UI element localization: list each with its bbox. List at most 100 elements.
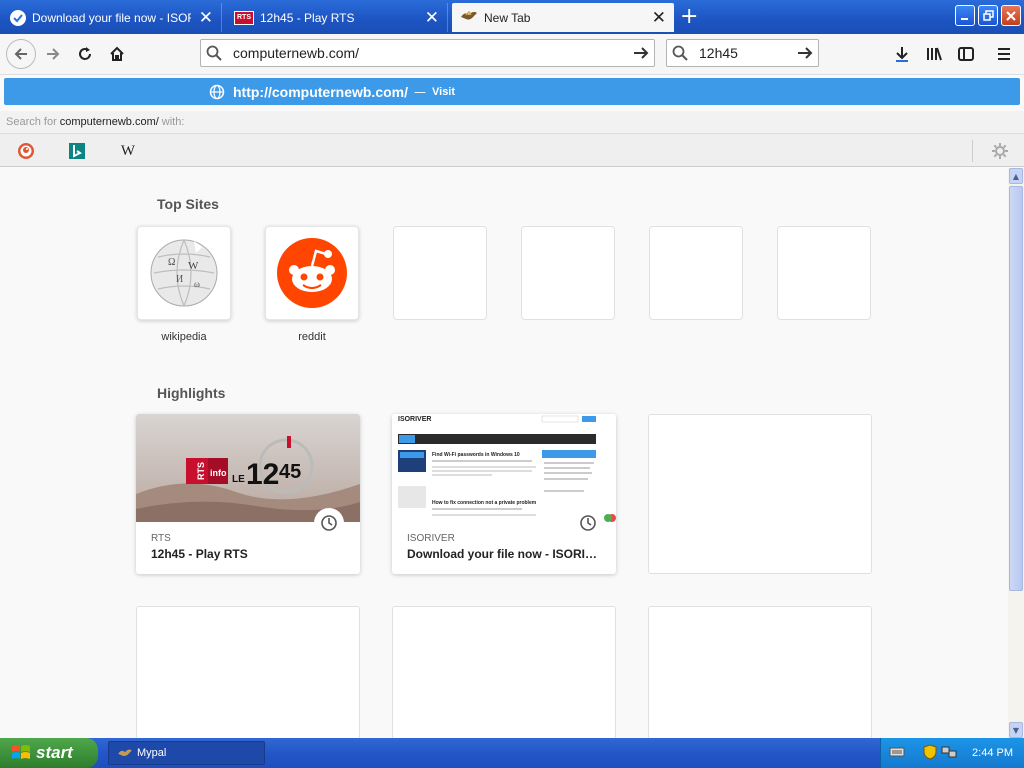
menu-button[interactable] — [990, 40, 1018, 68]
highlight-card-empty — [392, 606, 616, 738]
close-window-button[interactable] — [1001, 5, 1021, 26]
url-input[interactable]: computernewb.com/ — [233, 45, 628, 61]
back-button[interactable] — [6, 39, 36, 69]
tab-rts[interactable]: RTS 12h45 - Play RTS ✕ — [226, 3, 448, 32]
svg-text:ω: ω — [194, 279, 200, 289]
top-site-empty — [393, 226, 487, 320]
svg-text:How to fix connection not a pr: How to fix connection not a private prob… — [432, 500, 537, 506]
highlight-card-isoriver[interactable]: ISORIVER Find Wi-Fi passwords in Windows… — [392, 414, 616, 574]
clock-icon — [573, 508, 603, 538]
tab-new-tab[interactable]: New Tab ✕ — [452, 3, 674, 32]
page-scrollbar[interactable]: ▲ ▼ — [1008, 168, 1024, 738]
highlight-card-empty — [648, 414, 872, 574]
autocomplete-url: http://computernewb.com/ — [233, 83, 408, 100]
top-site-wikipedia[interactable]: Ω W И ω — [137, 226, 231, 320]
highlight-card-empty — [648, 606, 872, 738]
go-arrow-icon[interactable] — [628, 45, 654, 61]
library-button[interactable] — [920, 40, 948, 68]
start-label: start — [36, 743, 73, 762]
mypal-icon — [460, 9, 478, 26]
autocomplete-visit-row[interactable]: http://computernewb.com/ — Visit — [4, 78, 1020, 105]
url-bar[interactable]: computernewb.com/ — [200, 39, 655, 67]
search-settings-button[interactable] — [989, 140, 1011, 162]
close-tab-icon[interactable]: ✕ — [199, 9, 213, 26]
taskbar-item-mypal[interactable]: Mypal — [108, 741, 265, 765]
tab-label: 12h45 - Play RTS — [260, 10, 355, 25]
divider — [972, 140, 973, 162]
network-icon[interactable] — [941, 745, 957, 762]
svg-text:ISORIVER: ISORIVER — [398, 416, 431, 423]
top-site-empty — [777, 226, 871, 320]
reload-button[interactable] — [71, 40, 99, 68]
highlight-card-empty — [136, 606, 360, 738]
svg-text:W: W — [188, 260, 199, 272]
svg-text:Find Wi-Fi passwords in Window: Find Wi-Fi passwords in Windows 10 — [432, 452, 520, 458]
new-tab-button[interactable]: + — [680, 6, 698, 28]
search-for-suffix: with: — [161, 116, 185, 128]
autocomplete-separator: — — [414, 84, 426, 99]
download-icon — [896, 47, 908, 62]
library-icon — [927, 47, 942, 61]
forward-button[interactable] — [39, 40, 67, 68]
duckduckgo-icon[interactable] — [15, 140, 37, 162]
reload-icon — [79, 47, 91, 60]
start-button[interactable]: start — [0, 738, 98, 768]
tab-label: New Tab — [484, 10, 531, 25]
restore-button[interactable] — [978, 5, 998, 26]
search-input[interactable]: 12h45 — [699, 45, 792, 61]
search-for-prefix: Search for — [6, 116, 57, 128]
downloads-button[interactable] — [888, 40, 916, 68]
gear-icon — [992, 143, 1008, 159]
bing-icon[interactable] — [66, 140, 88, 162]
sidebar-icon — [958, 47, 974, 61]
wikipedia-globe-icon: Ω W И ω — [150, 239, 218, 307]
scroll-up-arrow-icon[interactable]: ▲ — [1009, 168, 1023, 184]
autocomplete-action: Visit — [432, 85, 456, 98]
close-tab-icon[interactable]: ✕ — [652, 9, 666, 26]
search-bar[interactable]: 12h45 — [666, 39, 819, 67]
scroll-down-arrow-icon[interactable]: ▼ — [1009, 722, 1023, 738]
arrow-right-icon — [47, 48, 60, 60]
svg-text:И: И — [176, 274, 183, 285]
svg-text:45: 45 — [279, 461, 301, 483]
card-source: ISORIVER — [407, 533, 455, 544]
close-tab-icon[interactable]: ✕ — [425, 9, 439, 26]
search-for-row: Search for computernewb.com/ with: — [0, 111, 1024, 133]
top-sites-title: Top Sites — [157, 196, 219, 212]
system-tray: 2:44 PM — [880, 738, 1024, 768]
top-site-reddit[interactable] — [265, 226, 359, 320]
svg-text:LE: LE — [232, 474, 245, 485]
security-shield-icon[interactable] — [923, 743, 937, 763]
clock-text: 2:44 PM — [972, 747, 1013, 759]
svg-text:Ω: Ω — [168, 257, 175, 268]
card-thumbnail: RTS info LE 12 45 — [136, 414, 360, 522]
wikipedia-icon[interactable]: W — [117, 140, 139, 162]
home-icon — [110, 46, 124, 61]
svg-text:info: info — [210, 468, 227, 478]
taskbar-item-label: Mypal — [137, 747, 167, 759]
card-title: 12h45 - Play RTS — [151, 547, 248, 561]
svg-text:RTS: RTS — [196, 462, 206, 480]
reddit-icon — [277, 238, 347, 308]
one-off-search-engines: W — [0, 133, 1024, 167]
minimize-button[interactable] — [955, 5, 975, 26]
card-title: Download your file now - ISORI… — [407, 547, 598, 561]
sidebar-button[interactable] — [952, 40, 980, 68]
home-button[interactable] — [103, 40, 131, 68]
highlight-card-rts[interactable]: RTS info LE 12 45 RTS 12h45 - Play RTS — [136, 414, 360, 574]
search-for-query: computernewb.com/ — [59, 116, 159, 128]
top-site-empty — [521, 226, 615, 320]
highlights-title: Highlights — [157, 385, 226, 401]
tab-isoriver[interactable]: Download your file now - ISORIVER ✕ — [2, 3, 222, 32]
check-circle-icon — [10, 9, 26, 26]
search-go-icon[interactable] — [792, 45, 818, 61]
clock-icon — [314, 508, 344, 538]
keyboard-icon[interactable] — [889, 746, 905, 761]
top-site-label: reddit — [298, 331, 326, 343]
tab-strip: Download your file now - ISORIVER ✕ RTS … — [0, 0, 1024, 34]
tab-label: Download your file now - ISORIVER — [32, 10, 191, 25]
scroll-thumb[interactable] — [1009, 186, 1023, 591]
top-site-empty — [649, 226, 743, 320]
search-icon — [667, 45, 693, 61]
hamburger-menu-icon — [998, 48, 1010, 60]
